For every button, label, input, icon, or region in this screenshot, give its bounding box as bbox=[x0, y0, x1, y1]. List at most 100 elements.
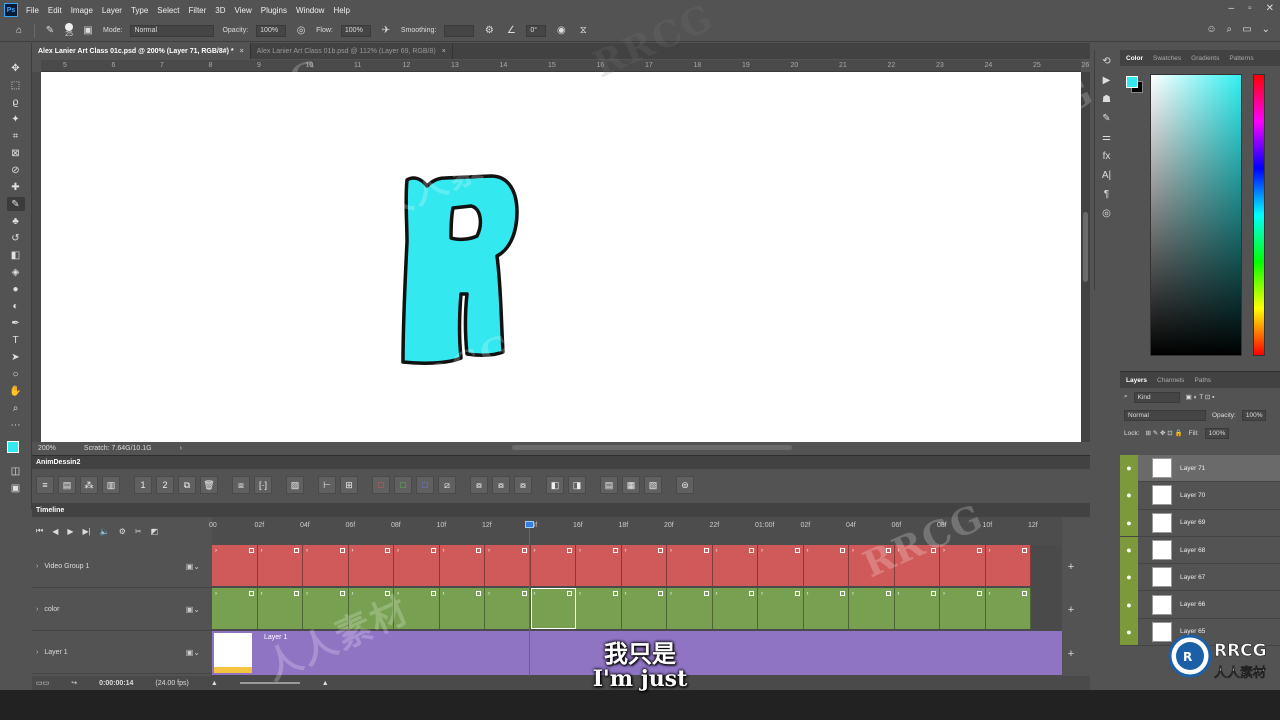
next-frame-icon[interactable]: ▶| bbox=[83, 527, 91, 536]
frame-cell[interactable]: › bbox=[758, 588, 804, 629]
document-canvas[interactable] bbox=[41, 72, 1081, 442]
audio-icon[interactable]: 🔈 bbox=[100, 527, 110, 536]
document-tab[interactable]: Alex Lanier Art Class 01b.psd @ 112% (La… bbox=[251, 43, 453, 59]
frame-cell[interactable]: › bbox=[940, 588, 986, 629]
video-group-track[interactable]: › › › › › › › › › › › › › › › › › › bbox=[212, 545, 1062, 586]
menu-layer[interactable]: Layer bbox=[102, 6, 122, 15]
menu-filter[interactable]: Filter bbox=[189, 6, 207, 15]
add-media-icon[interactable]: + bbox=[1068, 604, 1074, 616]
frame-cell[interactable]: › bbox=[712, 588, 758, 629]
character-icon[interactable]: A| bbox=[1102, 170, 1111, 182]
layer-item[interactable]: ● Layer 68 bbox=[1120, 536, 1280, 565]
anim-light-table-icon[interactable]: ▨ bbox=[286, 476, 304, 494]
brush-settings-icon[interactable]: ▣ bbox=[81, 24, 95, 38]
zoom-tool-icon[interactable]: ⌕ bbox=[7, 401, 25, 415]
menu-view[interactable]: View bbox=[235, 6, 252, 15]
split-icon[interactable]: ✂ bbox=[135, 527, 142, 536]
frame-cell[interactable]: › bbox=[303, 545, 349, 586]
frame-cell[interactable]: › bbox=[712, 545, 758, 586]
move-tool-icon[interactable]: ✥ bbox=[7, 61, 25, 75]
quick-mask-icon[interactable]: ◫ bbox=[7, 464, 25, 478]
ellipse-tool-icon[interactable]: ○ bbox=[7, 367, 25, 381]
anim-onion-icon[interactable]: ▤ bbox=[58, 476, 76, 494]
tab-channels[interactable]: Channels bbox=[1157, 377, 1184, 384]
actions-icon[interactable]: ▶ bbox=[1103, 75, 1111, 87]
frame-cell[interactable]: › bbox=[348, 588, 394, 629]
anim-blue-onion-icon[interactable]: □ bbox=[416, 476, 434, 494]
anim-text-icon[interactable]: ▧ bbox=[644, 476, 662, 494]
frame-cell[interactable]: › bbox=[667, 588, 713, 629]
anim-new-frame-2-icon[interactable]: 2 bbox=[156, 476, 174, 494]
healing-brush-tool-icon[interactable]: ✚ bbox=[7, 180, 25, 194]
menu-file[interactable]: File bbox=[26, 6, 39, 15]
paint-bucket-tool-icon[interactable]: ◈ bbox=[7, 265, 25, 279]
navigator-icon[interactable]: ◎ bbox=[1102, 208, 1111, 220]
smoothing-input[interactable] bbox=[444, 24, 475, 37]
frame-cell[interactable]: › bbox=[803, 588, 849, 629]
frame-cell[interactable]: › bbox=[803, 545, 849, 586]
lock-icons[interactable]: ⊞ ✎ ✥ ⊡ 🔒 bbox=[1146, 429, 1183, 437]
brushes-icon[interactable]: ✎ bbox=[1102, 113, 1110, 125]
frame-tool-icon[interactable]: ⊠ bbox=[7, 146, 25, 160]
type-tool-icon[interactable]: T bbox=[7, 333, 25, 347]
frame-cell[interactable]: › bbox=[849, 588, 895, 629]
color-picker-field[interactable] bbox=[1150, 74, 1242, 356]
pressure-size-icon[interactable]: ◉ bbox=[554, 24, 568, 38]
blend-mode-select[interactable]: Normal bbox=[1124, 409, 1206, 421]
hand-tool-icon[interactable]: ✋ bbox=[7, 384, 25, 398]
frame-cell[interactable]: › bbox=[576, 588, 622, 629]
maximize-icon[interactable]: ▫ bbox=[1248, 3, 1252, 14]
lasso-tool-icon[interactable]: ϱ bbox=[7, 95, 25, 109]
add-media-icon[interactable]: + bbox=[1068, 561, 1074, 573]
frame-cell[interactable]: › bbox=[257, 545, 303, 586]
airbrush-icon[interactable]: ✈ bbox=[379, 24, 393, 38]
history-brush-tool-icon[interactable]: ↺ bbox=[7, 231, 25, 245]
close-icon[interactable]: × bbox=[442, 48, 446, 55]
anim-notes-icon[interactable]: ▤ bbox=[600, 476, 618, 494]
menu-3d[interactable]: 3D bbox=[215, 6, 225, 15]
angle-input[interactable]: 0° bbox=[526, 24, 547, 37]
anim-duplicate-icon[interactable]: ⧉ bbox=[178, 476, 196, 494]
anim-layers-icon[interactable]: ≡ bbox=[36, 476, 54, 494]
frame-cell[interactable]: › bbox=[303, 588, 349, 629]
menu-image[interactable]: Image bbox=[71, 6, 93, 15]
symmetry-icon[interactable]: ⧖ bbox=[576, 24, 590, 38]
anim-copy-icon[interactable]: ⧈ bbox=[232, 476, 250, 494]
crop-tool-icon[interactable]: ⌗ bbox=[7, 129, 25, 143]
timeline-layer-row[interactable]: › color ▣⌄ bbox=[32, 588, 212, 631]
menu-plugins[interactable]: Plugins bbox=[261, 6, 287, 15]
tab-layers[interactable]: Layers bbox=[1126, 377, 1147, 384]
minimize-icon[interactable]: – bbox=[1229, 3, 1235, 14]
frame-cell[interactable]: › bbox=[849, 545, 895, 586]
status-menu-arrow[interactable]: › bbox=[180, 445, 182, 452]
adjustments-icon[interactable]: ⚌ bbox=[1102, 132, 1111, 144]
transition-icon[interactable]: ◩ bbox=[151, 527, 159, 536]
anim-red-onion-icon[interactable]: □ bbox=[372, 476, 390, 494]
layer-item[interactable]: ● Layer 66 bbox=[1120, 591, 1280, 619]
visibility-eye-icon[interactable]: ● bbox=[1120, 536, 1138, 564]
mode-select[interactable]: Normal bbox=[130, 24, 215, 37]
play-icon[interactable]: ▶ bbox=[67, 527, 73, 536]
frame-cell[interactable]: › bbox=[439, 545, 485, 586]
frame-cell[interactable]: › bbox=[394, 545, 440, 586]
hue-slider[interactable] bbox=[1253, 74, 1265, 356]
frame-cell[interactable]: › bbox=[485, 588, 531, 629]
visibility-eye-icon[interactable]: ● bbox=[1120, 481, 1138, 509]
frame-cell[interactable]: › bbox=[212, 588, 258, 629]
dodge-tool-icon[interactable]: ◐ bbox=[7, 299, 25, 313]
history-icon[interactable]: ⟲ bbox=[1102, 56, 1110, 68]
playhead-handle[interactable] bbox=[525, 521, 534, 528]
anim-frame-b-icon[interactable]: ⧇ bbox=[492, 476, 510, 494]
anim-export-icon[interactable]: ⊜ bbox=[676, 476, 694, 494]
share-icon[interactable]: ☺ bbox=[1206, 24, 1216, 35]
visibility-eye-icon[interactable]: ● bbox=[1120, 563, 1138, 591]
menu-edit[interactable]: Edit bbox=[48, 6, 62, 15]
frame-cell[interactable]: › bbox=[530, 588, 576, 629]
blur-tool-icon[interactable]: ● bbox=[7, 282, 25, 296]
tab-swatches[interactable]: Swatches bbox=[1153, 55, 1181, 62]
eraser-tool-icon[interactable]: ◧ bbox=[7, 248, 25, 262]
menu-window[interactable]: Window bbox=[296, 6, 324, 15]
frame-cell[interactable]: › bbox=[985, 545, 1031, 586]
film-icon[interactable]: ▣⌄ bbox=[186, 562, 200, 571]
anim-grid-icon[interactable]: ⁂ bbox=[80, 476, 98, 494]
